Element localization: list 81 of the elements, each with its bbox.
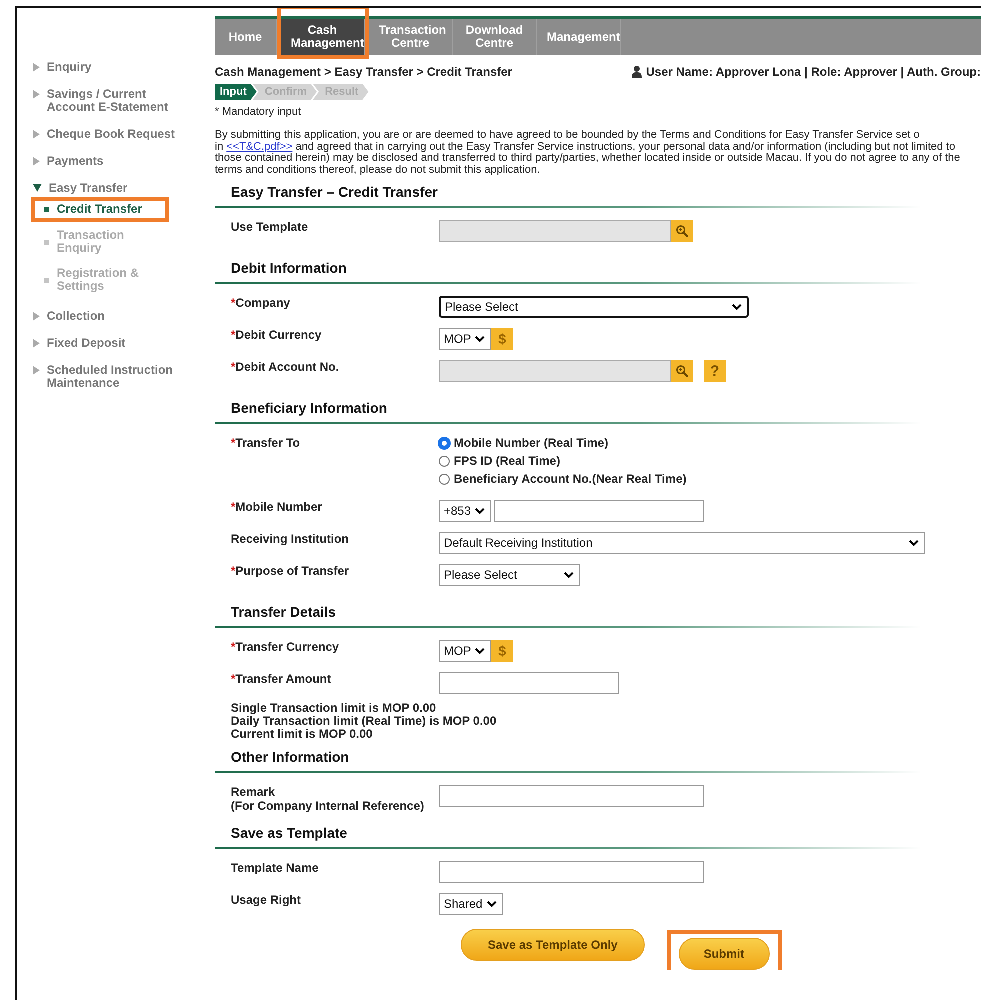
chevron-icon	[475, 648, 486, 654]
field-label: Template Name	[231, 861, 319, 875]
radio-button[interactable]	[439, 456, 450, 466]
field-label: Remark (For Company Internal Reference)	[231, 785, 424, 813]
radio-button[interactable]	[439, 438, 450, 448]
radio-label: Beneficiary Account No.(Near Real Time)	[454, 472, 687, 486]
search-icon	[676, 364, 688, 378]
sidebar-item[interactable]: Collection	[47, 310, 106, 323]
section-heading: Save as Template	[231, 825, 348, 841]
search-button[interactable]	[671, 220, 693, 242]
terms-link[interactable]: <<T&C.pdf>>	[226, 140, 293, 152]
field-label: Receiving Institution	[231, 532, 350, 546]
search-icon	[676, 224, 688, 238]
sidebar-subitem[interactable]: Registration & Settings	[57, 267, 157, 293]
help-button[interactable]: ?	[704, 360, 726, 382]
bullet-icon	[44, 240, 49, 244]
currency-dropdown[interactable]: MOP	[439, 328, 492, 350]
chevron-icon	[732, 304, 742, 310]
bullet-icon	[44, 278, 49, 282]
field-label: *Debit Currency	[231, 328, 322, 342]
country-code-dropdown[interactable]: +853	[439, 500, 492, 522]
action-button[interactable]: Submit	[678, 938, 770, 970]
limit-text: Daily Transaction limit (Real Time) is MOP 0.00	[231, 715, 498, 728]
radio-label: Mobile Number (Real Time)	[454, 436, 608, 450]
dropdown[interactable]: Default Receiving Institution	[439, 532, 925, 554]
field-label: *Debit Account No.	[231, 360, 340, 374]
breadcrumb: Cash Management > Easy Transfer > Credit Transfer	[215, 65, 512, 79]
field-label: *Purpose of Transfer	[231, 564, 350, 578]
field-label: *Transfer To	[231, 436, 300, 450]
chevron-icon	[475, 508, 486, 514]
section-heading: Debit Information	[231, 260, 348, 276]
field-label: Usage Right	[231, 893, 302, 907]
dropdown[interactable]: Please Select	[439, 296, 749, 318]
currency-dropdown[interactable]: MOP	[439, 640, 492, 662]
sidebar-item[interactable]: Payments	[47, 155, 104, 168]
nav-tab[interactable]: Download Centre	[453, 19, 537, 55]
search-button[interactable]	[671, 360, 693, 382]
bullet-icon	[44, 207, 49, 212]
limit-text: Current limit is MOP 0.00	[231, 728, 373, 741]
input-field[interactable]	[439, 861, 704, 883]
sidebar-item[interactable]: Fixed Deposit	[47, 337, 126, 350]
chevron-icon	[564, 572, 574, 578]
dropdown[interactable]: Shared	[439, 893, 503, 915]
sidebar-item[interactable]: Scheduled Instruction Maintenance	[47, 364, 175, 390]
section-heading: Transfer Details	[231, 604, 338, 620]
field-label: *Company	[231, 296, 290, 310]
nav-tab[interactable]: Transaction Centre	[369, 19, 453, 55]
sidebar-item[interactable]: Easy Transfer	[49, 182, 128, 195]
input-field[interactable]	[439, 672, 619, 694]
chevron-icon	[486, 900, 497, 908]
field-label: *Transfer Amount	[231, 672, 332, 686]
user-info: User Name: Approver Lona | Role: Approver | Auth. Group:	[646, 65, 981, 79]
field-label: *Mobile Number	[231, 500, 322, 514]
section-heading: Easy Transfer – Credit Transfer	[231, 184, 439, 200]
chevron-icon	[475, 336, 486, 342]
sidebar-subitem[interactable]: Transaction Enquiry	[57, 229, 157, 255]
step-indicator: Input	[215, 84, 257, 100]
action-button[interactable]: Save as Template Only	[461, 929, 645, 961]
dropdown[interactable]: Please Select	[439, 564, 580, 586]
sidebar-subitem[interactable]: Credit Transfer	[57, 203, 142, 216]
radio-button[interactable]	[439, 474, 450, 484]
radio-label: FPS ID (Real Time)	[454, 454, 560, 468]
nav-tab[interactable]: Home	[215, 19, 277, 55]
currency-button[interactable]: $	[491, 640, 514, 662]
field-label: Use Template	[231, 220, 308, 234]
field-label: *Transfer Currency	[231, 640, 340, 654]
sidebar-item[interactable]: Savings / Current Account E-Statement	[47, 88, 175, 114]
input-field[interactable]	[439, 785, 704, 807]
currency-button[interactable]: $	[491, 328, 514, 350]
section-heading: Beneficiary Information	[231, 400, 388, 416]
terms-notice: By submitting this application, you are or are deemed to have agreed to be bounded by the Terms and Conditions for Easy Transfer Service set o in <<T&C.pdf>> and agreed that in carrying out the Easy Transfer Service instructions, your personal data and/or information (including but not limited to those contained herein) may be disclosed and transferred to third party/parties, whether located inside or outside Macau. If you do not agree to any of the terms and conditions thereof, please do not submit this application.	[215, 130, 962, 176]
chevron-icon	[909, 540, 919, 546]
sidebar-item[interactable]: Cheque Book Request	[47, 128, 175, 141]
mandatory-note: * Mandatory input	[215, 106, 302, 118]
section-heading: Other Information	[231, 749, 350, 765]
limit-text: Single Transaction limit is MOP 0.00	[231, 702, 438, 715]
user-icon	[632, 66, 642, 78]
input-field[interactable]	[494, 500, 704, 522]
nav-tab[interactable]: Cash Management	[281, 19, 365, 55]
sidebar-item[interactable]: Enquiry	[47, 61, 92, 74]
nav-tab[interactable]: Management	[537, 19, 621, 55]
